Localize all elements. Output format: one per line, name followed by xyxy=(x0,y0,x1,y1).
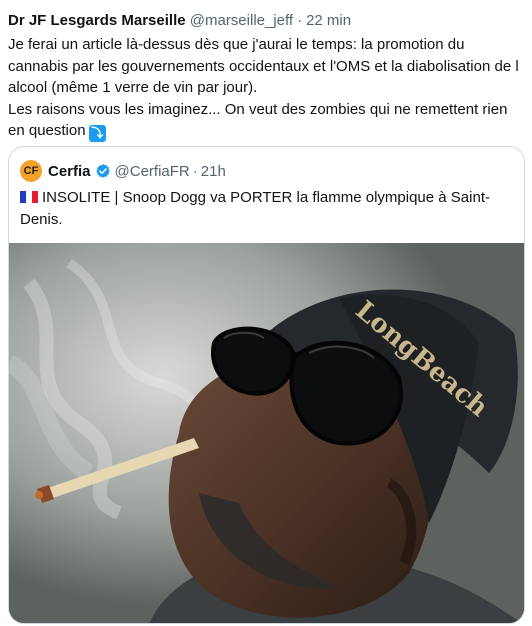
quoted-tweet-time[interactable]: 21h xyxy=(201,163,226,180)
quoted-tweet[interactable]: CF Cerfia @CerfiaFR · 21h INSOLITE | Snoop… xyxy=(8,146,525,624)
quoted-tweet-text: INSOLITE | Snoop Dogg va PORTER la flamm… xyxy=(20,187,510,231)
france-flag-icon xyxy=(20,188,38,203)
arrow-down-emoji-icon: ⤵ xyxy=(88,125,106,143)
verified-badge-icon xyxy=(95,164,110,178)
quoted-tweet-image[interactable]: LongBeach xyxy=(9,243,524,623)
author-handle[interactable]: @marseille_jeff xyxy=(190,12,293,29)
tweet-header: Dr JF Lesgards Marseille @marseille_jeff… xyxy=(8,11,351,31)
quoted-author-handle[interactable]: @CerfiaFR xyxy=(115,163,190,180)
tweet[interactable]: Dr JF Lesgards Marseille @marseille_jeff… xyxy=(0,0,532,626)
author-name[interactable]: Dr JF Lesgards Marseille xyxy=(8,12,186,29)
tweet-text-paragraph-2: Les raisons vous les imaginez... On veut… xyxy=(8,99,523,143)
quoted-tweet-header: CF Cerfia @CerfiaFR · 21h xyxy=(20,160,226,182)
tweet-text: Je ferai un article là-dessus dès que j'… xyxy=(8,34,523,143)
quoted-author-name[interactable]: Cerfia xyxy=(48,163,91,180)
tweet-text-paragraph-1: Je ferai un article là-dessus dès que j'… xyxy=(8,36,519,97)
avatar-logo: CF xyxy=(23,165,39,177)
tweet-text-paragraph-2-text: Les raisons vous les imaginez... On veut… xyxy=(8,100,508,140)
photo-illustration: LongBeach xyxy=(9,243,524,623)
tweet-time[interactable]: 22 min xyxy=(306,12,351,29)
separator-dot: · xyxy=(192,162,198,180)
avatar[interactable]: CF xyxy=(20,160,42,182)
quoted-tweet-text-content: INSOLITE | Snoop Dogg va PORTER la flamm… xyxy=(20,189,490,228)
separator-dot: · xyxy=(297,12,303,29)
